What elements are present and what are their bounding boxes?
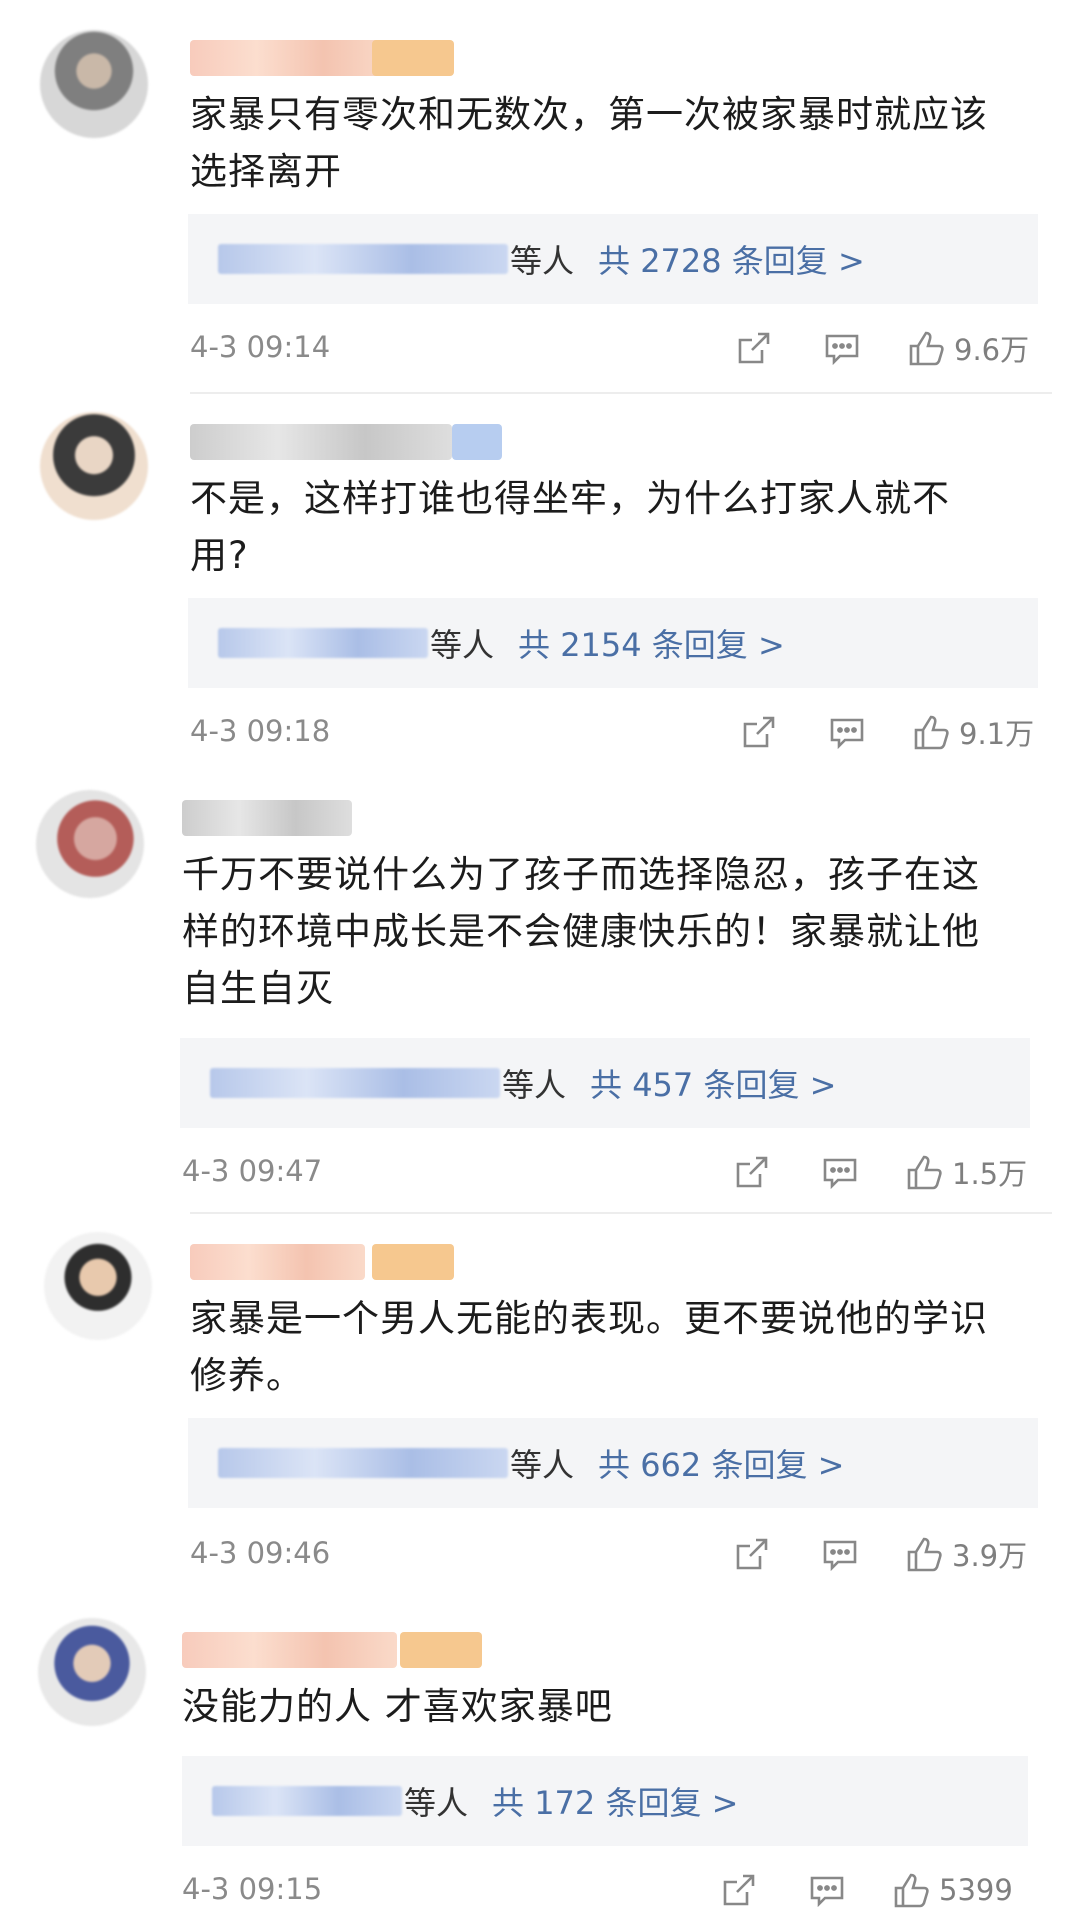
- comment-text: 家暴是一个男人无能的表现。更不要说他的学识 修养。: [190, 1290, 1044, 1404]
- comment-button[interactable]: [818, 324, 866, 372]
- comment-text-line: 样的环境中成长是不会健康快乐的！家暴就让他: [182, 910, 980, 953]
- comment-text-line: 自生自灭: [182, 967, 334, 1010]
- reply-count-link[interactable]: 共 2154 条回复 >: [518, 620, 785, 666]
- share-button[interactable]: [728, 1530, 776, 1578]
- divider: [190, 392, 1052, 394]
- like-count: 3.9万: [952, 1539, 1028, 1573]
- comment-icon: [830, 718, 864, 750]
- replier-names-blurred: [218, 244, 508, 274]
- timestamp: 4-3 09:15: [182, 1872, 323, 1906]
- replier-names-blurred: [218, 628, 428, 658]
- comment-icon: [823, 1540, 857, 1572]
- reply-suffix: 等人: [510, 242, 575, 280]
- user-badge: [400, 1632, 482, 1668]
- comment-text-line: 用?: [190, 534, 249, 577]
- comment-text: 家暴只有零次和无数次，第一次被家暴时就应该 选择离开: [190, 86, 1044, 200]
- timestamp: 4-3 09:46: [190, 1536, 331, 1570]
- comment-text-line: 不是，这样打谁也得坐牢，为什么打家人就不: [190, 477, 950, 520]
- comment-button[interactable]: [816, 1148, 864, 1196]
- thumbs-up-icon: [914, 715, 949, 750]
- comment-text-line: 没能力的人 才喜欢家暴吧: [182, 1685, 613, 1728]
- comment-text-line: 选择离开: [190, 150, 342, 193]
- comment-text: 千万不要说什么为了孩子而选择隐忍，孩子在这 样的环境中成长是不会健康快乐的！家暴…: [182, 846, 1044, 1017]
- avatar[interactable]: [44, 1232, 152, 1340]
- share-button[interactable]: [715, 1866, 763, 1914]
- reply-summary[interactable]: 等人 共 2728 条回复 >: [188, 214, 1038, 304]
- timestamp: 4-3 09:14: [190, 330, 331, 364]
- reply-summary[interactable]: 等人 共 457 条回复 >: [180, 1038, 1030, 1128]
- reply-summary[interactable]: 等人 共 662 条回复 >: [188, 1418, 1038, 1508]
- like-count: 1.5万: [952, 1157, 1028, 1191]
- reply-summary[interactable]: 等人 共 172 条回复 >: [182, 1756, 1028, 1846]
- share-icon: [736, 1538, 768, 1570]
- avatar[interactable]: [38, 1618, 146, 1726]
- replier-names-blurred: [218, 1448, 508, 1478]
- replier-names-blurred: [210, 1068, 500, 1098]
- username-blurred[interactable]: [190, 424, 452, 460]
- comment-text: 没能力的人 才喜欢家暴吧: [182, 1678, 1044, 1735]
- comment-icon: [810, 1876, 844, 1908]
- thumbs-up-icon: [907, 1155, 942, 1190]
- comment-text-line: 千万不要说什么为了孩子而选择隐忍，孩子在这: [182, 853, 980, 896]
- thumbs-up-icon: [894, 1873, 929, 1908]
- comment-text-line: 家暴只有零次和无数次，第一次被家暴时就应该: [190, 93, 988, 136]
- reply-count-link[interactable]: 共 2728 条回复 >: [598, 236, 865, 282]
- thumbs-up-icon: [907, 1537, 942, 1572]
- reply-count-link[interactable]: 共 662 条回复 >: [598, 1440, 844, 1486]
- reply-count-link[interactable]: 共 172 条回复 >: [492, 1778, 738, 1824]
- username-blurred[interactable]: [182, 800, 352, 836]
- thumbs-up-icon: [909, 331, 944, 366]
- reply-suffix: 等人: [404, 1784, 469, 1822]
- comment-icon: [823, 1158, 857, 1190]
- like-button[interactable]: 9.6万: [906, 324, 1029, 372]
- username-blurred[interactable]: [190, 1244, 365, 1280]
- timestamp: 4-3 09:47: [182, 1154, 323, 1188]
- divider: [190, 1212, 1052, 1214]
- avatar[interactable]: [40, 30, 148, 138]
- share-icon: [738, 332, 770, 364]
- share-button[interactable]: [728, 1148, 776, 1196]
- comment-actions: 3.9万: [688, 1530, 1027, 1578]
- user-badge: [372, 1244, 454, 1280]
- replier-names-blurred: [212, 1786, 402, 1816]
- comment-icon: [825, 334, 859, 366]
- timestamp: 4-3 09:18: [190, 714, 331, 748]
- like-button[interactable]: 1.5万: [904, 1148, 1027, 1196]
- reply-suffix: 等人: [430, 626, 495, 664]
- like-button[interactable]: 5399: [891, 1866, 1013, 1914]
- share-button[interactable]: [735, 708, 783, 756]
- like-count: 9.1万: [959, 717, 1035, 751]
- comment-button[interactable]: [823, 708, 871, 756]
- comment-button[interactable]: [816, 1530, 864, 1578]
- reply-summary[interactable]: 等人 共 2154 条回复 >: [188, 598, 1038, 688]
- avatar[interactable]: [40, 412, 148, 520]
- reply-suffix: 等人: [502, 1066, 567, 1104]
- reply-count-link[interactable]: 共 457 条回复 >: [590, 1060, 836, 1106]
- avatar[interactable]: [36, 790, 144, 898]
- user-badge: [372, 40, 454, 76]
- like-button[interactable]: 9.1万: [911, 708, 1034, 756]
- share-icon: [736, 1156, 768, 1188]
- comment-actions: 5399: [675, 1866, 1013, 1914]
- like-count: 9.6万: [954, 333, 1030, 367]
- user-badge: [452, 424, 502, 460]
- comment-actions: 9.6万: [690, 324, 1029, 372]
- share-icon: [743, 716, 775, 748]
- like-count: 5399: [939, 1873, 1013, 1907]
- reply-suffix: 等人: [510, 1446, 575, 1484]
- username-blurred[interactable]: [182, 1632, 397, 1668]
- share-button[interactable]: [730, 324, 778, 372]
- comment-button[interactable]: [803, 1866, 851, 1914]
- comment-actions: 9.1万: [695, 708, 1034, 756]
- share-icon: [723, 1874, 755, 1906]
- comment-text-line: 修养。: [190, 1354, 304, 1397]
- like-button[interactable]: 3.9万: [904, 1530, 1027, 1578]
- username-blurred[interactable]: [190, 40, 390, 76]
- comment-text-line: 家暴是一个男人无能的表现。更不要说他的学识: [190, 1297, 988, 1340]
- comment-actions: 1.5万: [688, 1148, 1027, 1196]
- comment-text: 不是，这样打谁也得坐牢，为什么打家人就不 用?: [190, 470, 1044, 584]
